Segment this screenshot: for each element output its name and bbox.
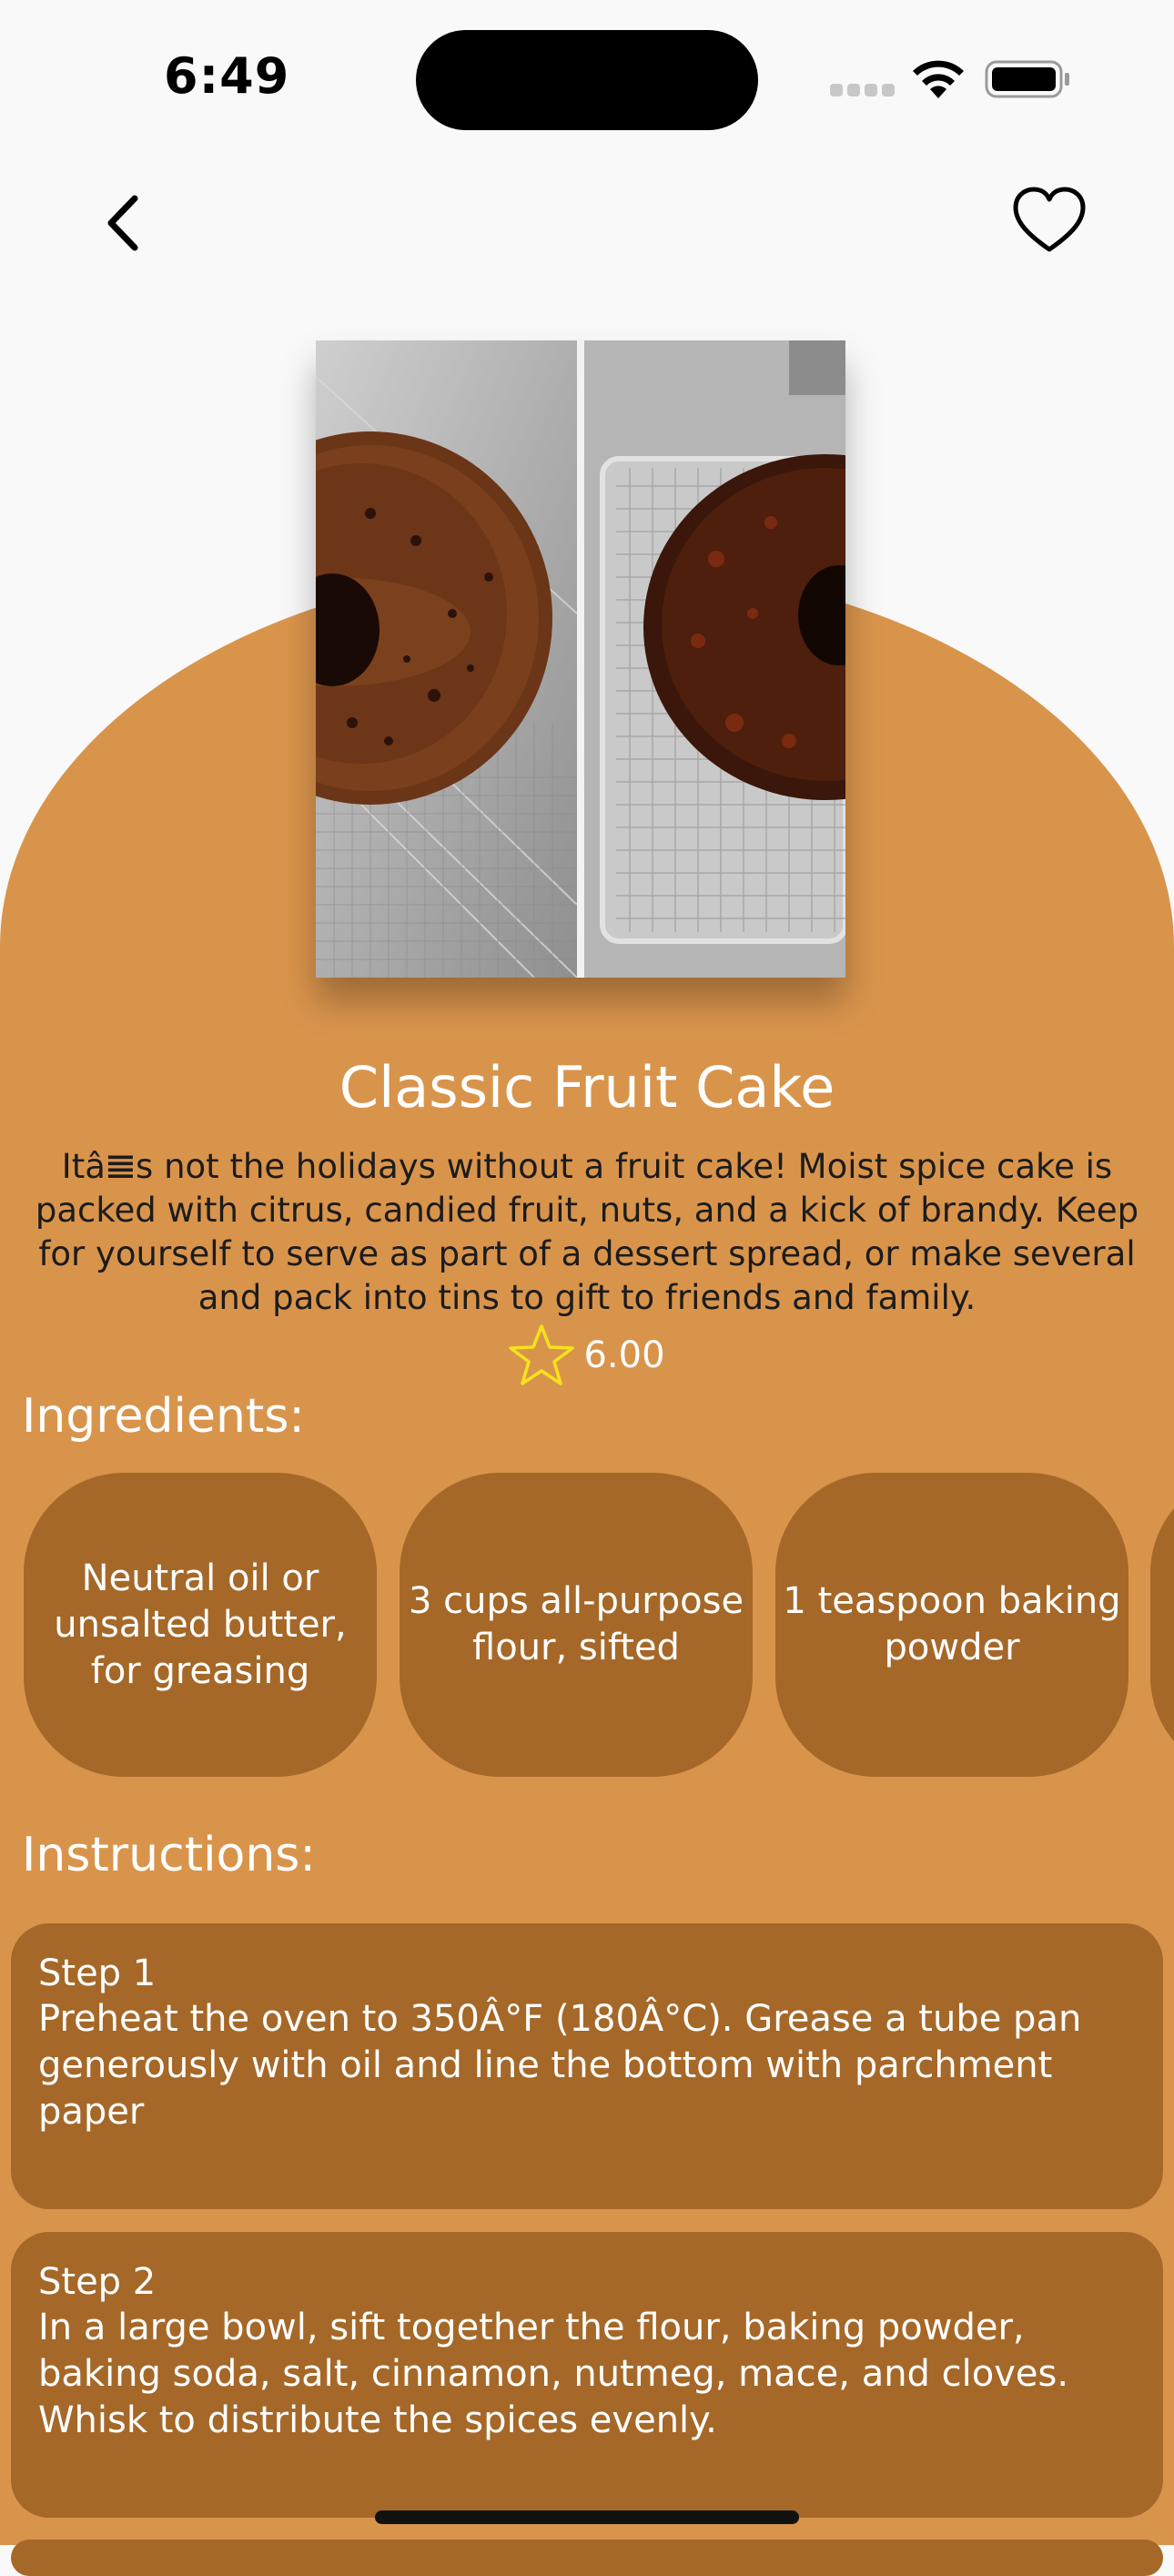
instruction-step: Step 2 In a large bowl, sift together th…: [11, 2232, 1163, 2518]
back-button[interactable]: [91, 182, 155, 264]
star-outline-icon: [509, 1324, 575, 1385]
chevron-left-icon: [107, 195, 138, 251]
ingredient-label: 1 teaspoon baking powder: [783, 1580, 1121, 1668]
recipe-image: [316, 340, 845, 978]
dynamic-island: [416, 30, 758, 130]
battery-icon: [985, 60, 1069, 98]
rating-value: 6.00: [583, 1334, 665, 1376]
step-text: In a large bowl, sift together the flour…: [38, 2307, 1069, 2441]
instruction-step: [11, 2540, 1163, 2576]
heart-outline-icon: [1013, 187, 1086, 252]
status-bar: 6:49: [0, 0, 1174, 155]
status-time: 6:49: [164, 47, 290, 105]
favorite-button[interactable]: [1010, 182, 1088, 260]
ingredients-heading: Ingredients:: [22, 1389, 305, 1444]
ingredients-list[interactable]: Neutral oil or unsalted butter, for grea…: [0, 1473, 1174, 1779]
ingredient-card[interactable]: 1 teaspoon baking powder: [775, 1473, 1128, 1777]
ingredient-label: Neutral oil or unsalted butter, for grea…: [54, 1557, 347, 1692]
step-text: Preheat the oven to 350Â°F (180Â°C). Gre…: [38, 1998, 1082, 2133]
instruction-step: Step 1 Preheat the oven to 350Â°F (180Â°…: [11, 1923, 1163, 2209]
ingredient-label: 3 cups all-purpose flour, sifted: [408, 1580, 744, 1668]
cellular-signal-icon: [830, 84, 896, 96]
ingredient-card[interactable]: 3 cups all-purpose flour, sifted: [400, 1473, 753, 1777]
recipe-description: Itâ𝌆s not the holidays without a fruit c…: [35, 1147, 1139, 1317]
ingredient-card[interactable]: Neutral oil or unsalted butter, for grea…: [24, 1473, 377, 1777]
recipe-title: Classic Fruit Cake: [339, 1054, 835, 1121]
rating: 6.00: [0, 1322, 1174, 1389]
wifi-icon: [913, 60, 964, 98]
instructions-heading: Instructions:: [22, 1828, 316, 1882]
step-title: Step 2: [38, 2261, 157, 2303]
step-title: Step 1: [38, 1952, 157, 1994]
home-indicator[interactable]: [375, 2510, 799, 2524]
ingredient-card[interactable]: [1150, 1473, 1174, 1777]
